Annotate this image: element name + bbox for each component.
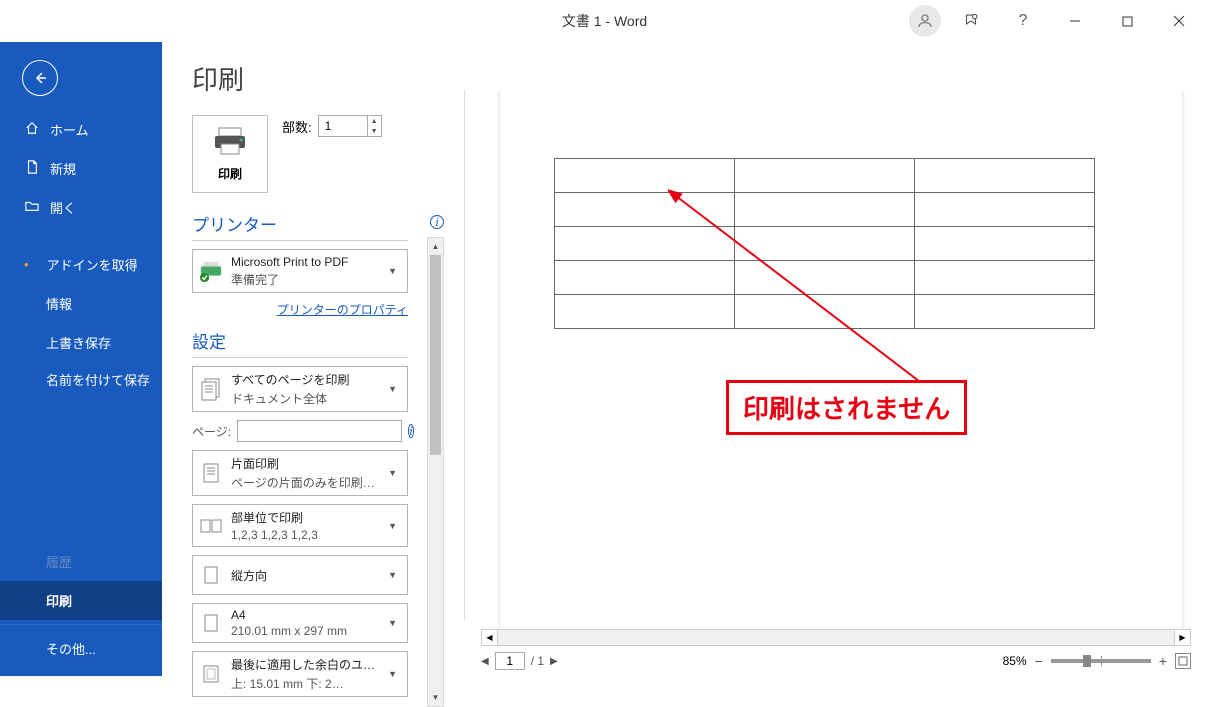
paper-icon	[199, 613, 223, 633]
margin-dropdown[interactable]: 最後に適用した余白のユ…上: 15.01 mm 下: 2… ▼	[192, 651, 408, 697]
nav-label: 履歴	[46, 552, 72, 571]
titlebar: 文書 1 - Word ?	[0, 0, 1209, 42]
pages-label: ページ:	[192, 423, 231, 440]
printer-section-title: プリンター	[192, 211, 442, 236]
current-page-input[interactable]	[495, 652, 525, 670]
page-navigator: ◀ / 1 ▶	[481, 652, 558, 670]
total-pages: / 1	[531, 654, 544, 668]
folder-icon	[24, 199, 40, 216]
page-icon	[199, 462, 223, 484]
nav-getaddins[interactable]: • アドインを取得	[0, 245, 162, 284]
nav-label: 新規	[50, 159, 76, 178]
zoom-in-button[interactable]: +	[1159, 653, 1167, 669]
scroll-thumb[interactable]	[430, 255, 441, 455]
nav-other[interactable]: その他...	[0, 629, 162, 676]
print-button-label: 印刷	[218, 165, 242, 182]
back-button[interactable]	[22, 60, 58, 96]
orientation-dropdown[interactable]: 縦方向 ▼	[192, 555, 408, 595]
margin-icon	[199, 664, 223, 684]
nav-label: ホーム	[50, 120, 89, 139]
close-button[interactable]	[1157, 5, 1201, 37]
help-button[interactable]: ?	[1001, 5, 1045, 37]
scroll-up-icon[interactable]: ▲	[428, 238, 443, 255]
paper-dropdown[interactable]: A4210.01 mm x 297 mm ▼	[192, 603, 408, 643]
pages-dropdown[interactable]: すべてのページを印刷ドキュメント全体 ▼	[192, 366, 408, 412]
nav-new[interactable]: 新規	[0, 149, 162, 188]
print-settings-panel: 印刷 印刷 部数: 1 ▲▼ プリンター i	[162, 42, 442, 676]
copies-value: 1	[319, 116, 367, 136]
annotation-arrow	[668, 188, 948, 398]
scroll-down-icon[interactable]: ▼	[428, 689, 443, 706]
chevron-down-icon: ▼	[384, 521, 401, 531]
next-page-icon[interactable]: ▶	[550, 656, 558, 667]
chevron-down-icon: ▼	[384, 468, 401, 478]
mic-icon[interactable]	[949, 5, 993, 37]
document-icon	[24, 160, 40, 177]
annotation-text: 印刷はされません	[726, 380, 967, 435]
settings-section-title: 設定	[192, 328, 442, 353]
print-button[interactable]: 印刷	[192, 115, 268, 193]
zoom-controls: 85% − +	[1003, 653, 1191, 669]
scroll-left-icon[interactable]: ◀	[481, 629, 498, 646]
backstage-sidebar: ホーム 新規 開く • アドインを取得 情報 上書き保存 名前を付けて保存 履歴…	[0, 42, 162, 676]
printer-icon	[213, 126, 247, 161]
chevron-down-icon: ▼	[384, 618, 401, 628]
nav-open[interactable]: 開く	[0, 188, 162, 227]
zoom-value: 85%	[1003, 654, 1027, 668]
maximize-button[interactable]	[1105, 5, 1149, 37]
preview-page: 印刷はされません	[500, 90, 1182, 628]
settings-scrollbar[interactable]: ▲ ▼	[427, 237, 444, 707]
bullet-icon: •	[24, 257, 29, 272]
minimize-button[interactable]	[1053, 5, 1097, 37]
pages-icon	[199, 377, 223, 401]
nav-label: アドインを取得	[47, 255, 138, 274]
spin-down-icon[interactable]: ▼	[368, 126, 381, 136]
info-icon[interactable]: i	[408, 424, 414, 438]
nav-save[interactable]: 上書き保存	[0, 323, 162, 362]
nav-history: 履歴	[0, 542, 162, 581]
nav-home[interactable]: ホーム	[0, 110, 162, 149]
chevron-down-icon: ▼	[384, 384, 401, 394]
nav-label: その他...	[46, 639, 96, 658]
nav-print[interactable]: 印刷	[0, 581, 162, 620]
user-avatar[interactable]	[909, 5, 941, 37]
portrait-icon	[199, 565, 223, 585]
collate-icon	[199, 516, 223, 536]
page-title: 印刷	[192, 60, 442, 97]
printer-status: 準備完了	[231, 271, 376, 288]
nav-saveas[interactable]: 名前を付けて保存	[0, 362, 162, 400]
side-dropdown[interactable]: 片面印刷ページの片面のみを印刷… ▼	[192, 450, 408, 496]
horizontal-scrollbar[interactable]: ◀ ▶	[481, 628, 1191, 646]
pages-input[interactable]	[237, 420, 402, 442]
zoom-slider[interactable]	[1051, 659, 1151, 663]
nav-label: 開く	[50, 198, 76, 217]
vertical-divider	[464, 90, 465, 620]
copies-label: 部数:	[282, 117, 312, 136]
printer-name: Microsoft Print to PDF	[231, 255, 376, 269]
printer-properties-link[interactable]: プリンターのプロパティ	[192, 301, 408, 318]
scroll-right-icon[interactable]: ▶	[1174, 629, 1191, 646]
nav-label: 情報	[46, 294, 72, 313]
fit-page-button[interactable]	[1175, 653, 1191, 669]
copies-spinner[interactable]: 1 ▲▼	[318, 115, 382, 137]
spin-up-icon[interactable]: ▲	[368, 116, 381, 126]
nav-label: 印刷	[46, 591, 72, 610]
home-icon	[24, 121, 40, 138]
chevron-down-icon: ▼	[384, 266, 401, 276]
chevron-down-icon: ▼	[384, 570, 401, 580]
chevron-down-icon: ▼	[384, 669, 401, 679]
info-icon[interactable]: i	[430, 215, 444, 229]
nav-label: 上書き保存	[46, 333, 111, 352]
print-preview-panel: 印刷はされません ◀ ▶ ◀ / 1 ▶ 85% − +	[473, 42, 1209, 676]
printer-dropdown[interactable]: Microsoft Print to PDF 準備完了 ▼	[192, 249, 408, 293]
window-title: 文書 1 - Word	[562, 11, 647, 31]
nav-label: 名前を付けて保存	[46, 372, 150, 390]
prev-page-icon[interactable]: ◀	[481, 656, 489, 667]
nav-info[interactable]: 情報	[0, 284, 162, 323]
printer-status-icon	[199, 260, 223, 282]
zoom-out-button[interactable]: −	[1035, 653, 1043, 669]
collate-dropdown[interactable]: 部単位で印刷1,2,3 1,2,3 1,2,3 ▼	[192, 504, 408, 547]
